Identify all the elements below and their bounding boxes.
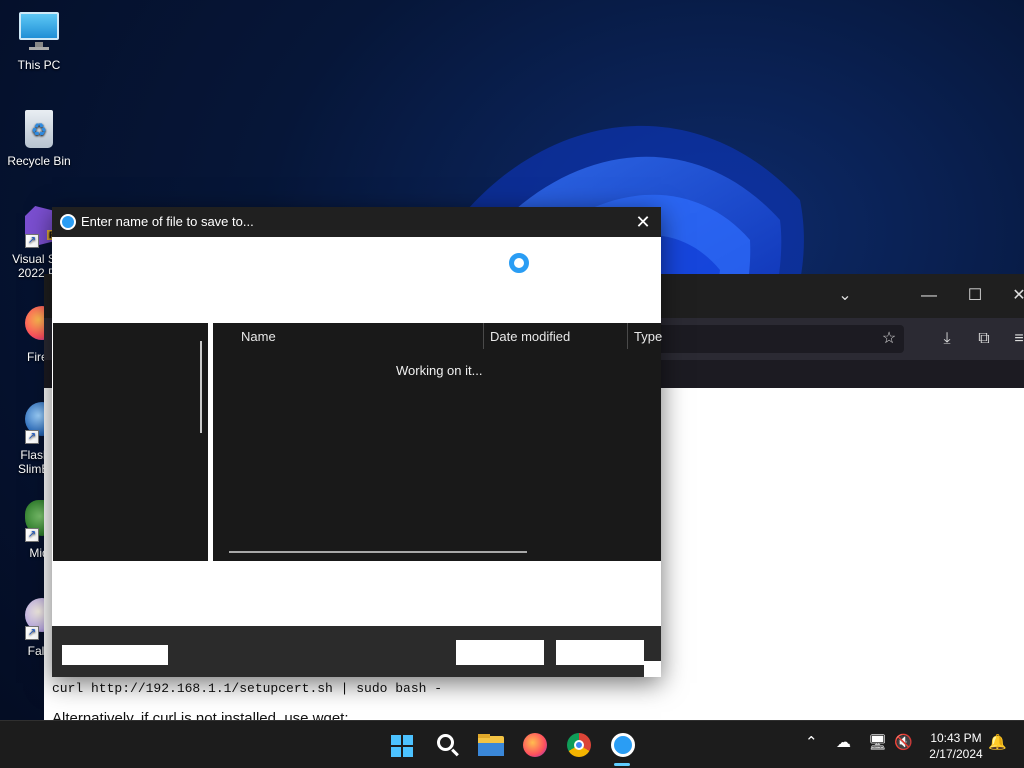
downloads-icon[interactable]: ⤓ (932, 324, 962, 354)
chrome-icon[interactable] (563, 729, 595, 761)
column-header-type[interactable]: Type (634, 329, 662, 344)
recycle-bin-icon: ♻ (17, 106, 61, 150)
dialog-bottom-bar (52, 626, 661, 677)
column-header-name[interactable]: Name (241, 329, 276, 344)
taskbar: ⌃ ☁ 🖥 🔇 10:43 PM 2/17/2024 🔔 (0, 720, 1024, 768)
volume-muted-icon[interactable]: 🔇 (894, 733, 913, 751)
monitor-icon (17, 10, 61, 54)
app-taskbar-icon[interactable] (607, 729, 639, 761)
file-explorer-icon[interactable] (475, 729, 507, 761)
clock-date: 2/17/2024 (929, 747, 983, 761)
menu-icon[interactable]: ≡ (1004, 324, 1024, 354)
shortcut-arrow-icon: ↗ (25, 626, 39, 640)
notification-bell-icon[interactable]: 🔔 (988, 733, 1007, 751)
list-all-tabs-chevron-icon[interactable]: ⌄ (830, 281, 860, 311)
desktop-icon-label: This PC (17, 58, 61, 72)
network-icon[interactable]: 🖥 (868, 733, 887, 751)
dialog-titlebar: Enter name of file to save to... ✕ (52, 207, 661, 237)
clock-time: 10:43 PM (930, 731, 982, 745)
column-separator[interactable] (483, 323, 484, 349)
bookmark-star-icon[interactable]: ☆ (874, 324, 904, 354)
shortcut-arrow-icon: ↗ (25, 234, 39, 248)
status-text: Working on it... (396, 363, 483, 378)
shortcut-arrow-icon: ↗ (25, 528, 39, 542)
column-header-date-modified[interactable]: Date modified (490, 329, 570, 344)
desktop-icon-recycle-bin[interactable]: ♻ Recycle Bin (4, 106, 74, 168)
shortcut-arrow-icon: ↗ (25, 430, 39, 444)
maximize-button[interactable]: ☐ (960, 281, 990, 311)
onedrive-cloud-icon[interactable]: ☁ (836, 733, 851, 751)
close-button[interactable]: ✕ (1004, 281, 1024, 311)
horizontal-scrollbar[interactable] (229, 551, 527, 553)
loading-spinner-icon (509, 253, 529, 273)
desktop-icon-this-pc[interactable]: This PC (4, 10, 74, 72)
show-hidden-icons-chevron-icon[interactable]: ⌃ (805, 733, 818, 751)
file-type-field[interactable] (62, 645, 168, 665)
navigation-pane[interactable] (53, 323, 208, 561)
cancel-button[interactable] (556, 640, 644, 665)
desktop-icon-label: Recycle Bin (7, 154, 71, 168)
resize-grip[interactable] (644, 661, 661, 677)
minimize-button[interactable]: — (914, 281, 944, 311)
system-clock[interactable]: 10:43 PM 2/17/2024 (918, 730, 994, 762)
scrollbar[interactable] (200, 341, 202, 433)
app-icon (60, 214, 76, 230)
start-windows-icon[interactable] (386, 729, 418, 761)
page-code-line: curl http://192.168.1.1/setupcert.sh | s… (52, 681, 443, 696)
close-icon[interactable]: ✕ (631, 209, 655, 235)
save-button[interactable] (456, 640, 544, 665)
extensions-icon[interactable]: ⧉ (969, 324, 999, 354)
firefox-icon[interactable] (519, 729, 551, 761)
active-indicator (614, 763, 630, 766)
dialog-title: Enter name of file to save to... (81, 214, 254, 229)
search-icon[interactable] (431, 729, 463, 761)
file-list-pane[interactable]: Name Date modified Type Working on it... (213, 323, 662, 561)
save-file-dialog: Enter name of file to save to... ✕ Name … (52, 207, 662, 677)
column-separator[interactable] (627, 323, 628, 349)
